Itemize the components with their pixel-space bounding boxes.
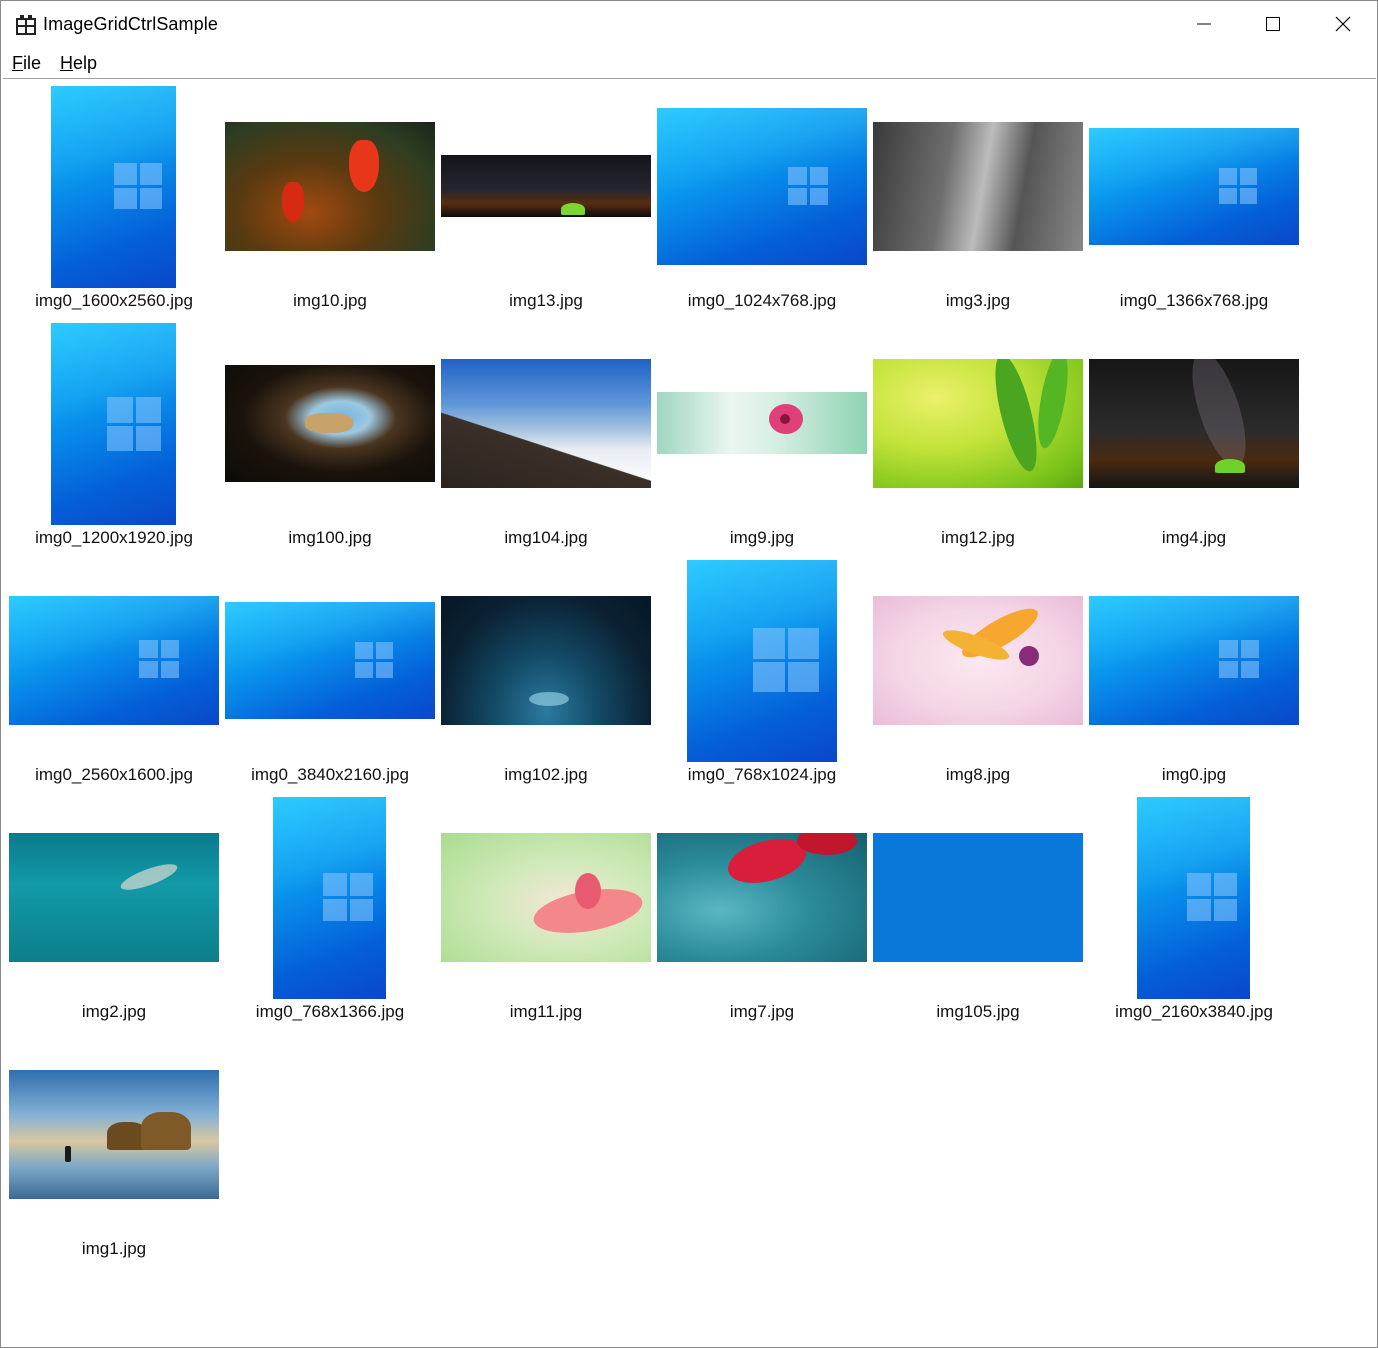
thumbnail-caption: img13.jpg [509, 291, 583, 310]
thumbnail-caption: img0_2160x3840.jpg [1115, 1002, 1273, 1021]
thumbnail-img0[interactable] [1089, 596, 1299, 725]
menu-help-accelerator: H [60, 53, 73, 73]
thumbnail-caption: img4.jpg [1161, 528, 1227, 547]
thumbnail-img0-1200x1920[interactable] [51, 323, 176, 525]
maximize-button[interactable] [1238, 1, 1308, 47]
app-icon [16, 15, 36, 35]
thumbnail-img10[interactable] [225, 122, 435, 251]
minimize-button[interactable] [1169, 1, 1239, 47]
thumbnail-caption: img8.jpg [945, 765, 1011, 784]
menu-help[interactable]: Help [60, 53, 97, 74]
thumbnail-caption: img12.jpg [941, 528, 1015, 547]
title-bar[interactable]: ImageGridCtrlSample [1, 1, 1377, 47]
thumbnail-img104[interactable] [441, 359, 651, 488]
thumbnail-caption: img3.jpg [945, 291, 1011, 310]
thumbnail-img100[interactable] [225, 365, 435, 482]
thumbnail-img9[interactable] [657, 392, 867, 454]
menu-file-accelerator: F [12, 53, 23, 73]
thumbnail-caption: img10.jpg [293, 291, 367, 310]
thumbnail-caption: img0_768x1024.jpg [687, 765, 837, 784]
menu-help-label: elp [73, 53, 98, 73]
thumbnail-caption: img7.jpg [729, 1002, 795, 1021]
thumbnail-img4[interactable] [1089, 359, 1299, 488]
thumbnail-img0-2560x1600[interactable] [9, 596, 219, 725]
thumbnail-img0-2160x3840[interactable] [1137, 797, 1250, 999]
thumbnail-caption: img2.jpg [81, 1002, 147, 1021]
thumbnail-caption: img100.jpg [288, 528, 372, 547]
thumbnail-img102[interactable] [441, 596, 651, 725]
close-icon [1335, 16, 1351, 32]
thumbnail-caption: img104.jpg [504, 528, 588, 547]
maximize-icon [1266, 17, 1280, 31]
thumbnail-img0-1600x2560[interactable] [51, 86, 176, 288]
thumbnail-caption: img11.jpg [509, 1002, 583, 1021]
thumbnail-caption: img0_2560x1600.jpg [35, 765, 193, 784]
thumbnail-img1[interactable] [9, 1070, 219, 1199]
menu-bar: File Help [1, 47, 1377, 78]
thumbnail-img0-768x1024[interactable] [687, 560, 837, 762]
thumbnail-caption: img0_3840x2160.jpg [251, 765, 409, 784]
menu-file[interactable]: File [12, 53, 41, 74]
thumbnail-img0-768x1366[interactable] [273, 797, 386, 999]
thumbnail-img3[interactable] [873, 122, 1083, 251]
thumbnail-img11[interactable] [441, 833, 651, 962]
window-title: ImageGridCtrlSample [43, 14, 218, 34]
thumbnail-img0-1024x768[interactable] [657, 108, 867, 265]
image-grid[interactable]: img0_1600x2560.jpg img10.jpg img13.jpg i… [3, 78, 1376, 1347]
thumbnail-img0-3840x2160[interactable] [225, 602, 435, 719]
thumbnail-img12[interactable] [873, 359, 1083, 488]
thumbnail-caption: img9.jpg [729, 528, 795, 547]
thumbnail-caption: img0_1024x768.jpg [687, 291, 837, 310]
app-window: ImageGridCtrlSample File Help img0_1600x… [0, 0, 1378, 1348]
thumbnail-img0-1366x768[interactable] [1089, 128, 1299, 245]
thumbnail-caption: img105.jpg [936, 1002, 1020, 1021]
thumbnail-caption: img102.jpg [504, 765, 588, 784]
thumbnail-img2[interactable] [9, 833, 219, 962]
menu-file-label: ile [23, 53, 42, 73]
thumbnail-img7[interactable] [657, 833, 867, 962]
minimize-icon [1197, 23, 1211, 25]
thumbnail-caption: img0_768x1366.jpg [255, 1002, 405, 1021]
thumbnail-caption: img0_1366x768.jpg [1119, 291, 1269, 310]
thumbnail-caption: img0_1200x1920.jpg [35, 528, 193, 547]
thumbnail-img8[interactable] [873, 596, 1083, 725]
thumbnail-img13[interactable] [441, 155, 651, 217]
thumbnail-caption: img0_1600x2560.jpg [35, 291, 193, 310]
thumbnail-caption: img0.jpg [1161, 765, 1227, 784]
thumbnail-img105[interactable] [873, 833, 1083, 962]
close-button[interactable] [1308, 1, 1378, 47]
thumbnail-caption: img1.jpg [81, 1239, 147, 1258]
